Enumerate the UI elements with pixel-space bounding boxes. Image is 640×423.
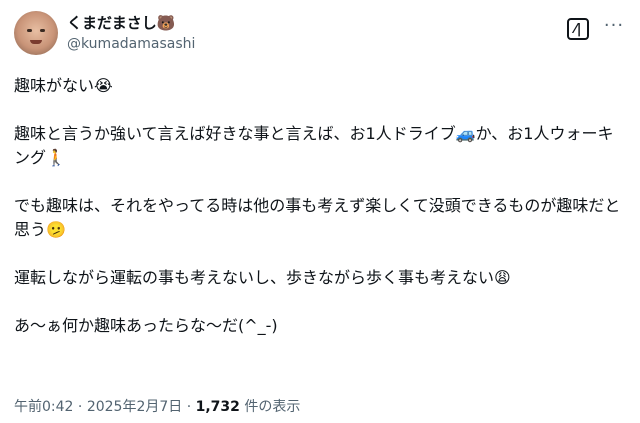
meta-separator: · [73, 399, 87, 415]
post-text: 趣味がない😭 趣味と言うか強いて言えば好きな事と言えば、お1人ドライブ🚙か、お1… [14, 74, 626, 338]
post-paragraph: 趣味と言うか強いて言えば好きな事と言えば、お1人ドライブ🚙か、お1人ウォーキング… [14, 124, 614, 167]
post-meta: 午前0:42 · 2025年2月7日 · 1,732 件の表示 [14, 398, 300, 416]
avatar-mouth [30, 40, 42, 44]
post-paragraph: 運転しながら運転の事も考えないし、歩きながら歩く事も考えない😩 [14, 268, 511, 287]
post-paragraph: あ〜ぁ何か趣味あったらな〜だ(^_-) [14, 316, 278, 335]
more-options-icon: ··· [603, 15, 625, 36]
post-time[interactable]: 午前0:42 [14, 399, 73, 415]
author-avatar[interactable] [14, 11, 58, 55]
author-name[interactable]: くまだまさし🐻 [67, 13, 175, 33]
avatar-eye-left [27, 29, 32, 32]
author-handle[interactable]: @kumadamasashi [67, 35, 195, 53]
post-paragraph: 趣味がない😭 [14, 76, 113, 95]
grok-icon: ⁄| [574, 21, 582, 37]
more-options-button[interactable]: ··· [603, 17, 625, 41]
meta-separator: · [182, 399, 196, 415]
grok-button[interactable]: ⁄| [567, 18, 589, 40]
post-paragraph: でも趣味は、それをやってる時は他の事も考えず楽しくて没頭できるものが趣味だと思う… [14, 196, 621, 239]
view-label: 件の表示 [239, 399, 301, 415]
avatar-eye-right [40, 29, 45, 32]
view-count: 1,732 [195, 399, 240, 415]
post-date[interactable]: 2025年2月7日 [87, 399, 182, 415]
